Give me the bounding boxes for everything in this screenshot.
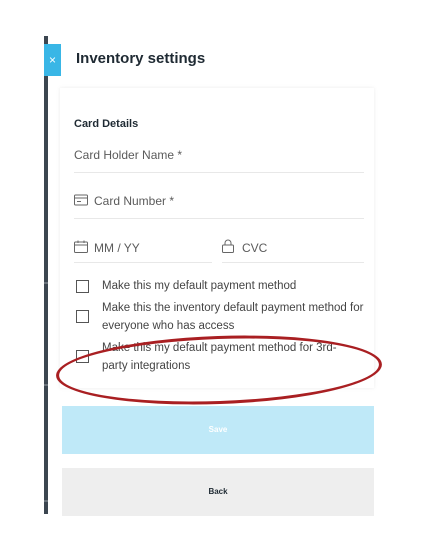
back-button[interactable]: Back [62, 468, 374, 516]
inventory-default-payment-label: Make this the inventory default payment … [102, 302, 364, 332]
close-icon: × [48, 53, 56, 67]
cvc-placeholder: CVC [242, 241, 268, 255]
card-number-placeholder: Card Number * [94, 194, 175, 208]
edge-tick [44, 500, 48, 502]
edge-tick [44, 384, 48, 386]
default-payment-checkbox[interactable] [76, 280, 89, 293]
save-button[interactable]: Save [62, 406, 374, 454]
credit-card-icon [74, 194, 88, 206]
lock-icon [222, 239, 234, 253]
card-number-field[interactable]: Card Number * [74, 188, 364, 219]
page-title: Inventory settings [76, 50, 206, 67]
cvc-field[interactable]: CVC [222, 236, 364, 263]
card-details-title: Card Details [74, 118, 139, 130]
calendar-icon [74, 240, 88, 253]
expiry-date-field[interactable]: MM / YY [74, 236, 212, 263]
expiry-date-placeholder: MM / YY [94, 241, 140, 255]
edge-tick [44, 282, 48, 284]
close-button[interactable]: × [44, 44, 61, 76]
default-payment-label: Make this my default payment method [102, 280, 297, 292]
inventory-default-payment-checkbox[interactable] [76, 310, 89, 323]
left-edge-bar [44, 36, 48, 514]
card-holder-name-field[interactable]: Card Holder Name * [74, 142, 364, 173]
card-holder-name-placeholder: Card Holder Name * [74, 148, 183, 162]
